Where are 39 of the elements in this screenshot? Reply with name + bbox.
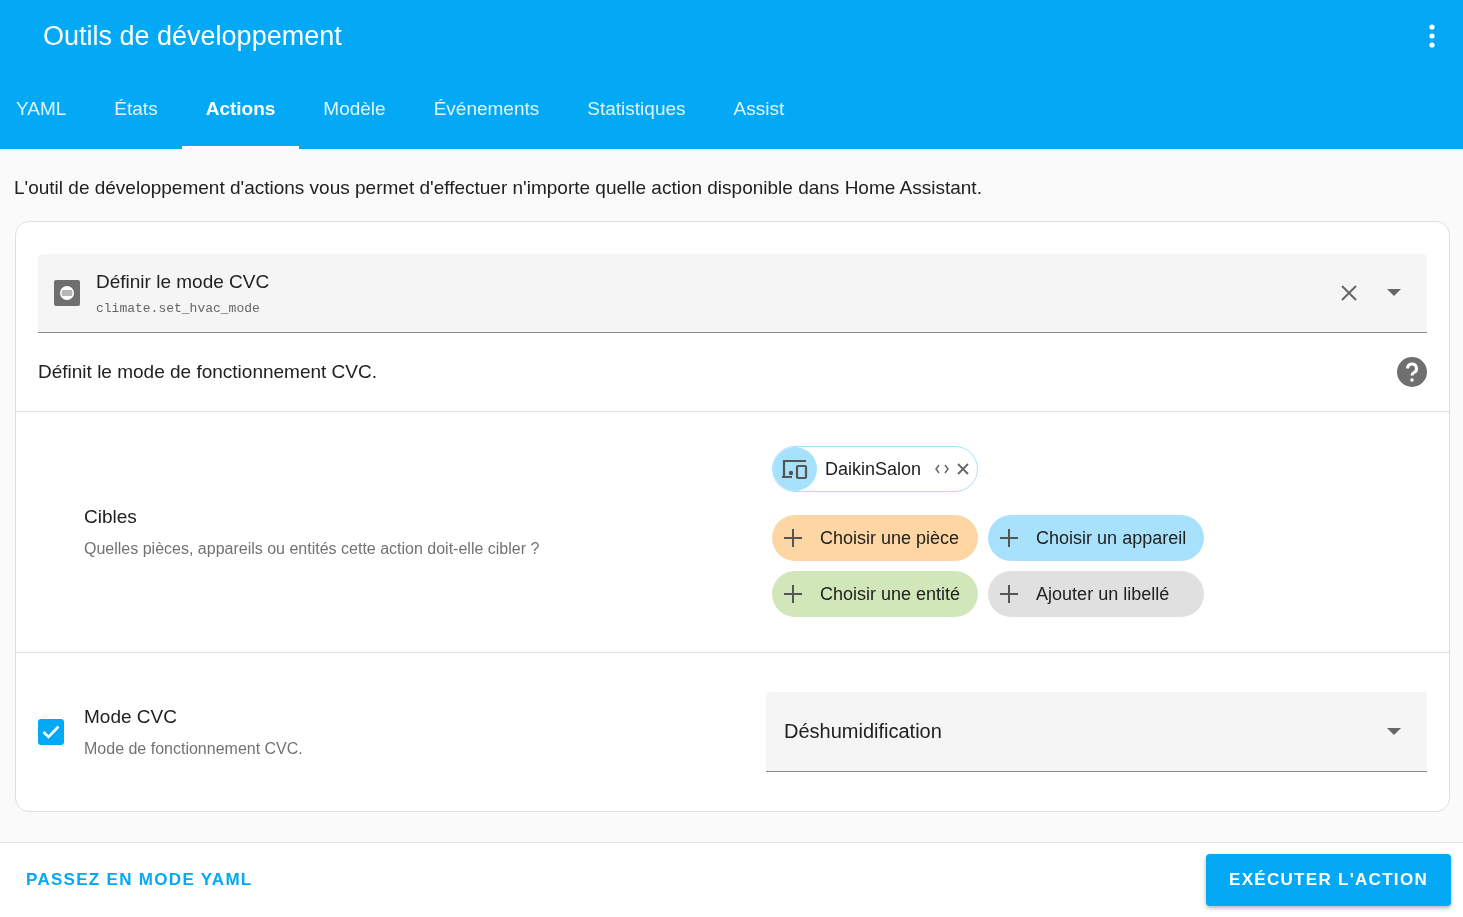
expand-code-icon[interactable] (935, 464, 950, 474)
page-title: Outils de développement (43, 20, 342, 52)
add-target-button[interactable]: Choisir une pièce (772, 515, 979, 561)
tab[interactable]: Actions (181, 72, 300, 149)
checkmark-icon (42, 725, 60, 739)
clear-icon[interactable] (1341, 285, 1357, 301)
intro-text: L'outil de développement d'actions vous permet d'effectuer n'importe quelle action disponible dans Home Assistant. (13, 176, 983, 200)
yaml-mode-button[interactable]: PASSEZ EN MODE YAML (12, 862, 267, 898)
field-name: Mode CVC (84, 706, 178, 728)
plus-icon (784, 585, 802, 603)
tab[interactable]: États (90, 72, 182, 149)
plus-icon (784, 529, 802, 547)
tab[interactable]: Statistiques (563, 72, 710, 149)
tab[interactable]: Modèle (299, 72, 410, 149)
action-id: climate.set_hvac_mode (96, 300, 261, 316)
checkbox[interactable] (38, 719, 64, 745)
add-target-button[interactable]: Choisir une entité (772, 571, 979, 617)
action-name: Définir le mode CVC (96, 270, 271, 293)
add-target-button[interactable]: Ajouter un libellé (988, 571, 1205, 617)
tab[interactable]: YAML (0, 72, 91, 149)
action-description: Définit le mode de fonctionnement CVC. (38, 361, 377, 383)
tab[interactable]: Événements (409, 72, 564, 149)
remove-icon[interactable] (957, 463, 970, 475)
run-action-button[interactable]: EXÉCUTER L'ACTION (1206, 854, 1451, 906)
help-icon[interactable] (1397, 357, 1427, 387)
action-picker[interactable]: Définir le mode CVC climate.set_hvac_mode (38, 254, 1427, 333)
tab[interactable]: Assist (709, 72, 809, 149)
devices-icon (773, 447, 817, 491)
targets-title: Cibles (84, 506, 138, 528)
plus-icon (1000, 585, 1019, 603)
more-menu-icon[interactable] (1429, 24, 1435, 48)
chip-label: DaikinSalon (825, 458, 922, 480)
mode-select[interactable]: Déshumidification (766, 692, 1427, 772)
add-target-button[interactable]: Choisir un appareil (988, 515, 1205, 561)
dropdown-caret-icon[interactable] (1387, 727, 1401, 736)
dropdown-caret-icon[interactable] (1387, 289, 1401, 297)
targets-subtitle: Quelles pièces, appareils ou entités cette action doit-elle cibler ? (84, 540, 541, 558)
field-description: Mode de fonctionnement CVC. (84, 740, 304, 758)
plus-icon (1000, 529, 1019, 547)
